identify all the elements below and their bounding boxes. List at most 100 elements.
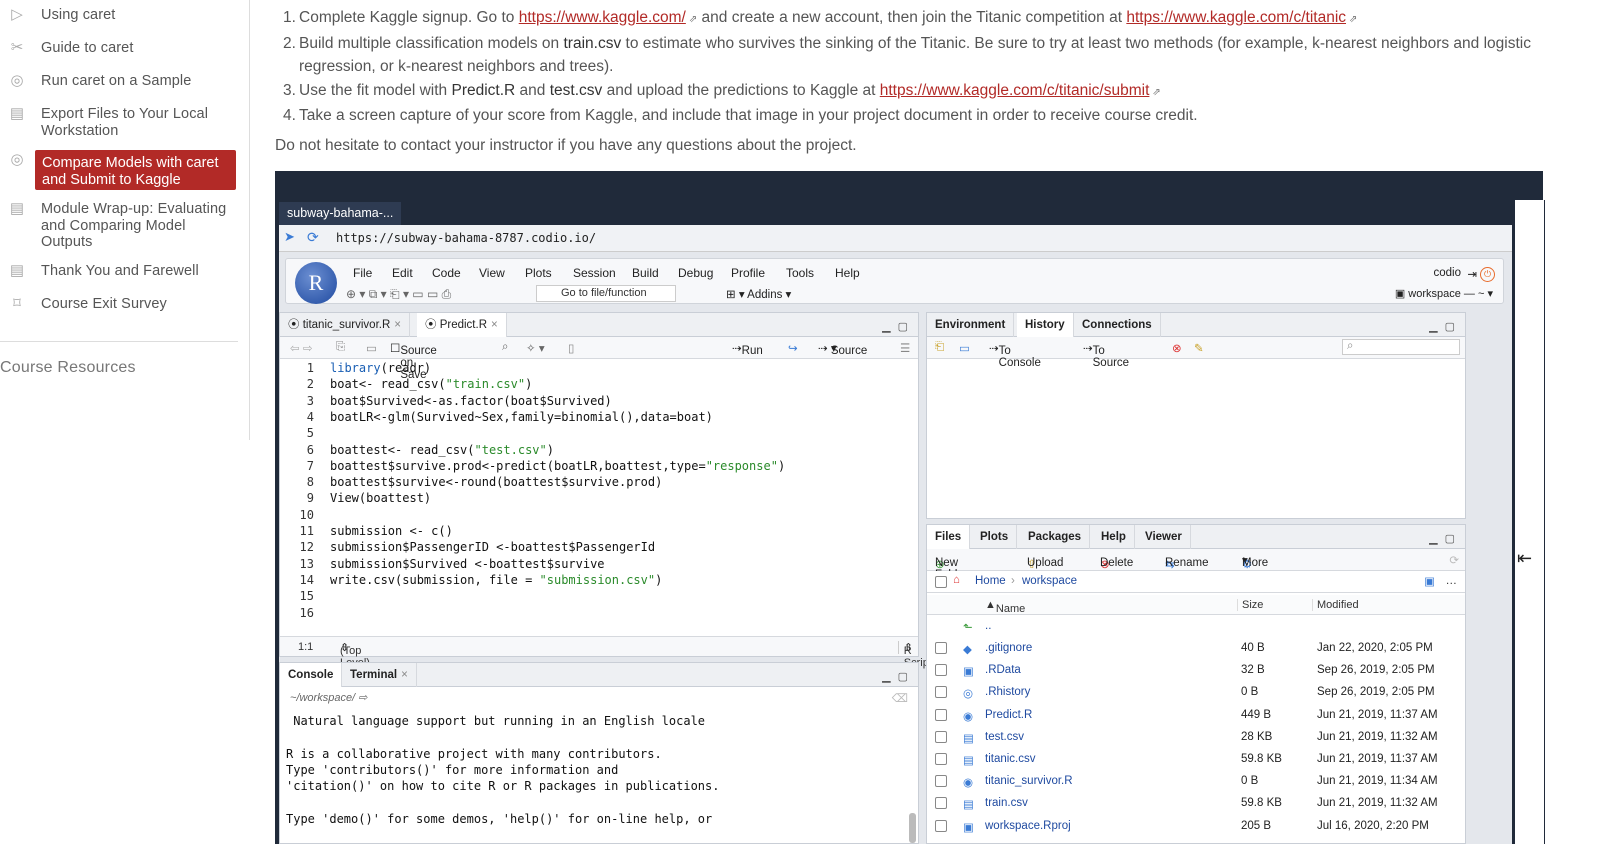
file-checkbox[interactable] [935,664,947,677]
outline-icon[interactable]: ☰ [900,341,910,355]
file-name[interactable]: titanic.csv [985,753,1036,765]
kaggle-link[interactable]: https://www.kaggle.com/ [519,9,686,26]
code-line[interactable]: boat$Survived<-as.factor(boat$Survived) [330,393,612,409]
tab-viewer[interactable]: Viewer [1137,525,1191,549]
minimize-maximize-icon[interactable]: ▁ ▢ [1429,320,1457,333]
file-row[interactable]: ▣ .RData 32 B Sep 26, 2019, 2:05 PM [927,660,1465,682]
close-icon[interactable]: × [491,319,498,331]
select-all-checkbox[interactable] [935,576,947,588]
crumb-home[interactable]: Home [975,575,1006,587]
sidebar-item-compare-models[interactable]: Compare Models with caret and Submit to … [35,150,236,190]
tab-terminal[interactable]: Terminal × [342,663,417,687]
broom-icon[interactable]: ✎ [1194,341,1204,355]
menu-debug[interactable]: Debug [678,266,713,280]
col-name[interactable]: ▲ Name [985,599,1025,615]
menu-file[interactable]: File [353,266,372,280]
menu-help[interactable]: Help [835,266,860,280]
to-source-button[interactable]: ⇢ To Source [1083,341,1129,369]
menu-session[interactable]: Session [573,266,616,280]
search-icon[interactable]: ⌕ [502,341,508,354]
file-checkbox[interactable] [935,730,947,743]
home-icon[interactable]: ⌂ [953,574,960,586]
col-size[interactable]: Size [1237,599,1263,611]
console-output[interactable]: Natural language support but running in … [286,713,719,827]
file-checkbox[interactable] [935,642,947,654]
menu-profile[interactable]: Profile [731,266,765,280]
url-text[interactable]: https://subway-bahama-8787.codio.io/ [336,231,596,245]
menu-plots[interactable]: Plots [525,266,552,280]
submit-link[interactable]: https://www.kaggle.com/c/titanic/submit [880,82,1150,99]
file-name[interactable]: .Rhistory [985,686,1030,698]
code-line[interactable]: boatLR<-glm(Survived~Sex,family=binomial… [330,409,713,425]
close-icon[interactable]: × [394,319,401,331]
file-name[interactable]: train.csv [985,797,1028,809]
file-checkbox[interactable] [935,753,947,765]
code-line[interactable]: View(boattest) [330,490,431,506]
file-name[interactable]: .gitignore [985,642,1032,654]
file-name[interactable]: .RData [985,664,1021,676]
scope-selector[interactable]: (Top Level) ⇕ [340,641,370,669]
more-dots-icon[interactable]: … [1446,575,1458,587]
tab-packages[interactable]: Packages [1020,525,1091,549]
file-row[interactable]: ◆ .gitignore 40 B Jan 22, 2020, 2:05 PM [927,638,1465,660]
tab-console[interactable]: Console [280,663,343,687]
crumb-workspace[interactable]: workspace [1022,575,1077,587]
menu-tools[interactable]: Tools [786,266,814,280]
tab-environment[interactable]: Environment [927,313,1015,337]
code-line[interactable]: submission$Survived <-boattest$survive [330,556,605,572]
file-row[interactable]: ▤ test.csv 28 KB Jun 21, 2019, 11:32 AM [927,727,1465,749]
to-console-button[interactable]: ⇢ To Console [989,341,1041,369]
file-name[interactable]: workspace.Rproj [985,820,1071,832]
file-row[interactable]: ◉ Predict.R 449 B Jun 21, 2019, 11:37 AM [927,705,1465,727]
wand-icon[interactable]: ✧ ▾ [526,341,545,355]
titanic-link[interactable]: https://www.kaggle.com/c/titanic [1126,9,1346,26]
code-line[interactable]: boattest<- read_csv("test.csv") [330,442,554,458]
file-row[interactable]: ◉ titanic_survivor.R 0 B Jun 21, 2019, 11:3… [927,771,1465,793]
file-name[interactable]: test.csv [985,731,1024,743]
file-type-selector[interactable]: R Script ⇕ [897,641,932,669]
menu-edit[interactable]: Edit [392,266,413,280]
history-search-input[interactable]: ⌕ [1342,339,1460,355]
run-button[interactable]: ⇢ Run [732,341,763,357]
code-line[interactable]: write.csv(submission, file = "submission… [330,572,662,588]
back-forward-icon[interactable]: ⇦ ⇨ [290,341,312,355]
menu-build[interactable]: Build [632,266,659,280]
sign-out-icon[interactable]: ⇥ [1467,267,1477,281]
browser-tab[interactable]: subway-bahama-... [279,202,402,225]
show-in-window-icon[interactable]: ⎘ [336,341,345,354]
file-checkbox[interactable] [935,819,947,832]
col-modified[interactable]: Modified [1312,599,1359,611]
file-row[interactable]: ▣ workspace.Rproj 205 B Jul 16, 2020, 2:20 … [927,816,1465,838]
power-icon[interactable]: ⏻ [1480,267,1495,282]
refresh-icon[interactable]: ⟳ [307,229,319,246]
code-line[interactable]: boat<- read_csv("train.csv") [330,376,532,392]
goto-file-input[interactable]: Go to file/function [536,285,676,302]
compile-report-icon[interactable]: ▯ [568,341,574,355]
addins-menu[interactable]: ⊞ ▾ Addins ▾ [726,287,791,301]
menu-code[interactable]: Code [432,266,461,280]
source-on-save-checkbox[interactable]: ☐ Source on Save [390,341,437,381]
file-checkbox[interactable] [935,797,947,810]
file-checkbox[interactable] [935,686,947,699]
file-row[interactable]: ▤ train.csv 59.8 KB Jun 21, 2019, 11:32 AM [927,793,1465,815]
code-line[interactable]: boattest$survive<-round(boattest$survive… [330,474,662,490]
file-checkbox[interactable] [935,775,947,788]
rerun-icon[interactable]: ↪ [788,341,798,355]
tab-titanic-survivor[interactable]: ⦿ titanic_survivor.R × [280,313,410,337]
course-resources-heading[interactable]: Course Resources [0,359,136,377]
code-line[interactable]: submission$PassengerID <-boattest$Passen… [330,539,655,555]
file-checkbox[interactable] [935,708,947,721]
tab-predict[interactable]: ⦿ Predict.R × [417,313,507,337]
menu-view[interactable]: View [479,266,505,280]
code-line[interactable]: boattest$survive.prod<-predict(boatLR,bo… [330,458,785,474]
remove-icon[interactable]: ⊗ [1172,341,1182,355]
scrollbar[interactable] [909,813,916,843]
file-row[interactable]: ◎ .Rhistory 0 B Sep 26, 2019, 2:05 PM [927,682,1465,704]
source-button[interactable]: ⇢ Source ▾ [818,341,867,357]
project-menu[interactable]: ▣ workspace — ~ ▾ [1395,287,1493,300]
minimize-maximize-icon[interactable]: ▁ ▢ [882,670,910,683]
tab-connections[interactable]: Connections [1074,313,1161,337]
tab-plots[interactable]: Plots [972,525,1018,549]
tab-help[interactable]: Help [1093,525,1135,549]
code-line[interactable]: submission <- c() [330,523,453,539]
